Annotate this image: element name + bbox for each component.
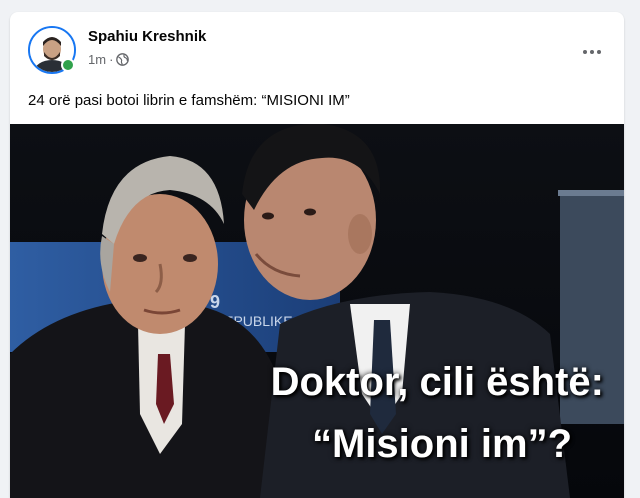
image-caption-line-1: Doktor, cili është: [270,360,604,404]
post-image[interactable]: 9 REPUBLIKE Doktor, cili është: “Misioni… [10,124,624,498]
online-status-dot [61,58,75,72]
post-timestamp[interactable]: 1m [88,52,106,67]
globe-icon[interactable] [116,53,130,66]
image-caption-line-2: “Misioni im”? [312,422,572,466]
post-header: Spahiu Kreshnik 1m · [10,12,624,90]
post-card: Spahiu Kreshnik 1m · 24 orë pasi botoi l… [10,12,624,498]
ellipsis-icon [583,50,601,54]
post-meta: 1m · [88,52,130,67]
more-options-button[interactable] [574,34,610,70]
meta-separator: · [109,52,114,67]
post-text: 24 orë pasi botoi librin e famshëm: “MIS… [28,92,350,109]
author-name[interactable]: Spahiu Kreshnik [88,28,206,45]
author-avatar[interactable] [28,26,76,74]
